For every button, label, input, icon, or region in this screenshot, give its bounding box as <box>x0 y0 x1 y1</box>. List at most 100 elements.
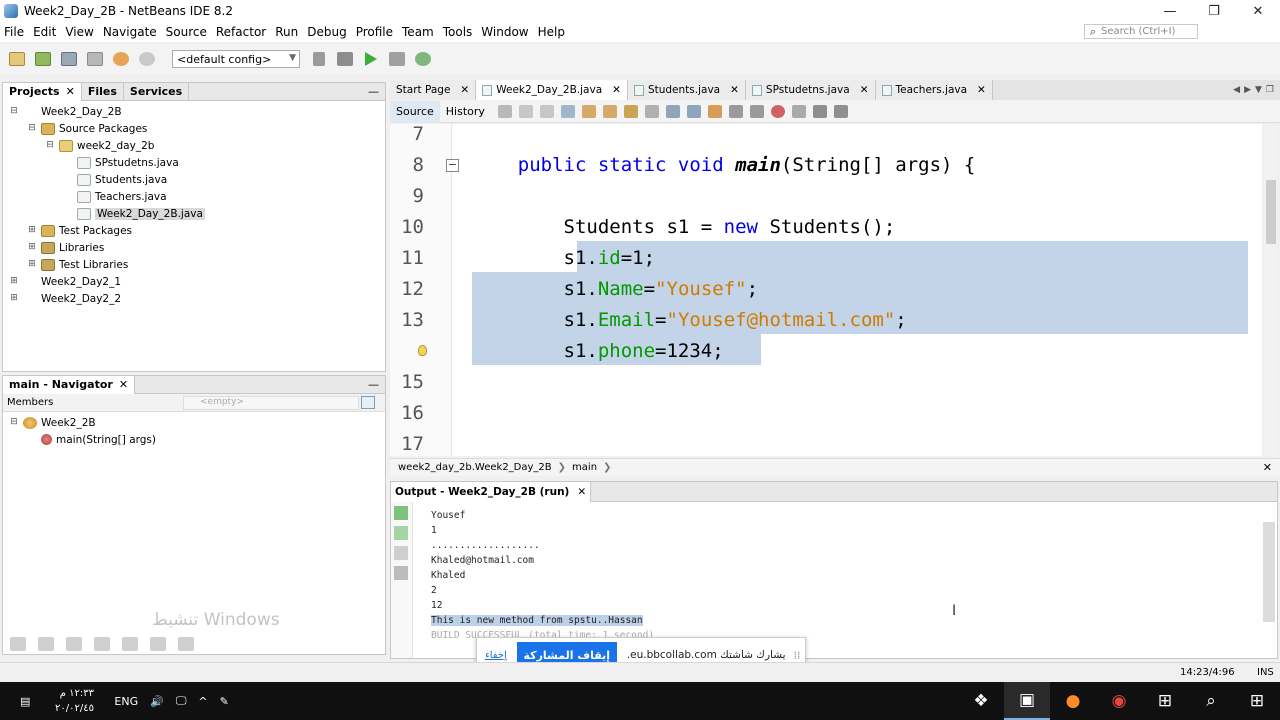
scroll-right-icon[interactable]: ▶ <box>1244 85 1251 95</box>
filter-icon[interactable] <box>150 637 166 651</box>
scroll-left-icon[interactable]: ◀ <box>1233 85 1240 95</box>
build-button[interactable] <box>308 48 330 70</box>
tree-item[interactable]: Week2_Day_2B.java <box>3 205 385 222</box>
editor-tab[interactable]: Students.java ✕ <box>627 80 746 100</box>
menu-team[interactable]: Team <box>398 25 439 39</box>
minimize-panel-icon[interactable]: — <box>368 378 379 391</box>
menu-debug[interactable]: Debug <box>303 25 351 39</box>
menu-navigate[interactable]: Navigate <box>99 25 162 39</box>
tree-item[interactable]: Teachers.java <box>3 188 385 205</box>
rerun-options-icon[interactable] <box>394 526 408 540</box>
expand-toggle-icon[interactable]: ⊞ <box>27 242 37 253</box>
fold-toggle-icon[interactable]: − <box>446 159 459 172</box>
expand-toggle-icon[interactable]: ⊞ <box>9 276 19 287</box>
netbeans-taskbar-icon[interactable]: ❖ <box>958 682 1004 720</box>
scroll-thumb[interactable] <box>1266 180 1276 244</box>
drag-handle-icon[interactable]: ⁞⁞ <box>794 649 801 662</box>
menu-run[interactable]: Run <box>271 25 303 39</box>
config-select[interactable]: <default config> ▼ <box>172 50 300 68</box>
profile-button[interactable] <box>412 48 434 70</box>
language-indicator[interactable]: ENG <box>114 695 138 708</box>
tree-item[interactable]: ⊞ Week2_Day2_1 <box>3 273 385 290</box>
tab-services[interactable]: Services <box>124 82 190 101</box>
menu-help[interactable]: Help <box>534 25 570 39</box>
minimize-button[interactable]: — <box>1148 0 1192 22</box>
maximize-button[interactable]: ❐ <box>1192 0 1236 22</box>
expand-toggle-icon[interactable]: ⊞ <box>27 225 37 236</box>
editor-tab[interactable]: SPstudetns.java ✕ <box>745 80 876 100</box>
members-filter-input[interactable]: <empty> <box>183 396 359 410</box>
last-edit-icon[interactable] <box>497 105 512 118</box>
select-icon[interactable] <box>644 105 659 118</box>
chrome-icon[interactable]: ◉ <box>1096 682 1142 720</box>
toggle-highlight-icon[interactable] <box>623 105 638 118</box>
expand-toggle-icon[interactable]: ⊟ <box>9 106 19 117</box>
open-project-button[interactable] <box>58 48 80 70</box>
close-icon[interactable]: ✕ <box>66 85 75 98</box>
output-text[interactable]: Yousef 1................... Khaled@hotmail… <box>431 508 654 643</box>
tree-item[interactable]: ⊟ Week2_2B <box>3 414 385 431</box>
expand-toggle-icon[interactable]: ⊟ <box>45 140 55 151</box>
next-bookmark-icon[interactable] <box>686 105 701 118</box>
expand-toggle-icon[interactable]: ⊟ <box>27 123 37 134</box>
filter-options-icon[interactable] <box>361 396 375 409</box>
restore-window-icon[interactable]: ❐ <box>1266 85 1274 95</box>
menu-tools[interactable]: Tools <box>439 25 478 39</box>
tree-item[interactable]: main(String[] args) <box>3 431 385 448</box>
close-icon[interactable]: ✕ <box>119 378 128 391</box>
comment-icon[interactable] <box>812 105 827 118</box>
tree-item[interactable]: ⊞ Test Libraries <box>3 256 385 273</box>
menu-refactor[interactable]: Refactor <box>212 25 271 39</box>
menu-view[interactable]: View <box>61 25 98 39</box>
tree-item[interactable]: ⊞ Libraries <box>3 239 385 256</box>
notification-icon[interactable]: ▤ <box>20 695 30 708</box>
close-button[interactable]: ✕ <box>1236 0 1280 22</box>
toggle-bookmark-icon[interactable] <box>707 105 722 118</box>
hide-share-link[interactable]: إخفاء <box>485 650 507 661</box>
close-icon[interactable]: ✕ <box>730 84 739 96</box>
expand-toggle-icon[interactable]: ⊟ <box>9 417 19 428</box>
windows-start-icon[interactable]: ⊞ <box>1234 682 1280 720</box>
tree-item[interactable]: SPstudetns.java <box>3 154 385 171</box>
tree-item[interactable]: ⊟ week2_day_2b <box>3 137 385 154</box>
expand-toggle-icon[interactable]: ⊞ <box>9 293 19 304</box>
find-icon[interactable] <box>560 105 575 118</box>
tab-output[interactable]: Output - Week2_Day_2B (run) ✕ <box>391 481 592 502</box>
record-macro-icon[interactable] <box>791 105 806 118</box>
tab-navigator[interactable]: main - Navigator ✕ <box>3 375 136 394</box>
firefox-icon[interactable]: ● <box>1050 682 1096 720</box>
filter-static-icon[interactable] <box>38 637 54 651</box>
volume-icon[interactable]: 🔊 <box>150 695 164 708</box>
save-all-button[interactable] <box>84 48 106 70</box>
shift-left-icon[interactable] <box>728 105 743 118</box>
hint-bulb-icon[interactable] <box>418 345 427 356</box>
search-input[interactable]: ⌕ Search (Ctrl+I) <box>1084 24 1198 39</box>
source-view-tab[interactable]: Source <box>390 100 440 123</box>
find-previous-icon[interactable] <box>581 105 596 118</box>
stop-macro-icon[interactable] <box>770 105 785 118</box>
editor-scrollbar[interactable] <box>1264 124 1278 456</box>
run-button[interactable] <box>360 48 382 70</box>
filter-nonpublic-icon[interactable] <box>66 637 82 651</box>
tab-projects[interactable]: Projects ✕ <box>3 82 82 101</box>
rerun-icon[interactable] <box>394 506 408 520</box>
debug-button[interactable] <box>386 48 408 70</box>
filter-fields-icon[interactable] <box>10 637 26 651</box>
search-icon[interactable]: ⌕ <box>1188 682 1234 720</box>
editor-tab[interactable]: Teachers.java ✕ <box>875 80 993 100</box>
back-icon[interactable] <box>518 105 533 118</box>
prev-bookmark-icon[interactable] <box>665 105 680 118</box>
editor-tab[interactable]: Week2_Day_2B.java ✕ <box>476 80 628 100</box>
redo-button[interactable] <box>136 48 158 70</box>
menu-source[interactable]: Source <box>162 25 212 39</box>
chevron-up-icon[interactable]: ^ <box>198 695 207 708</box>
menu-window[interactable]: Window <box>477 25 533 39</box>
expand-toggle-icon[interactable]: ⊞ <box>27 259 37 270</box>
settings-icon[interactable] <box>394 566 408 580</box>
shift-right-icon[interactable] <box>749 105 764 118</box>
forward-icon[interactable] <box>539 105 554 118</box>
tree-item[interactable]: Students.java <box>3 171 385 188</box>
stop-icon[interactable] <box>394 546 408 560</box>
menu-profile[interactable]: Profile <box>352 25 398 39</box>
new-project-button[interactable] <box>32 48 54 70</box>
